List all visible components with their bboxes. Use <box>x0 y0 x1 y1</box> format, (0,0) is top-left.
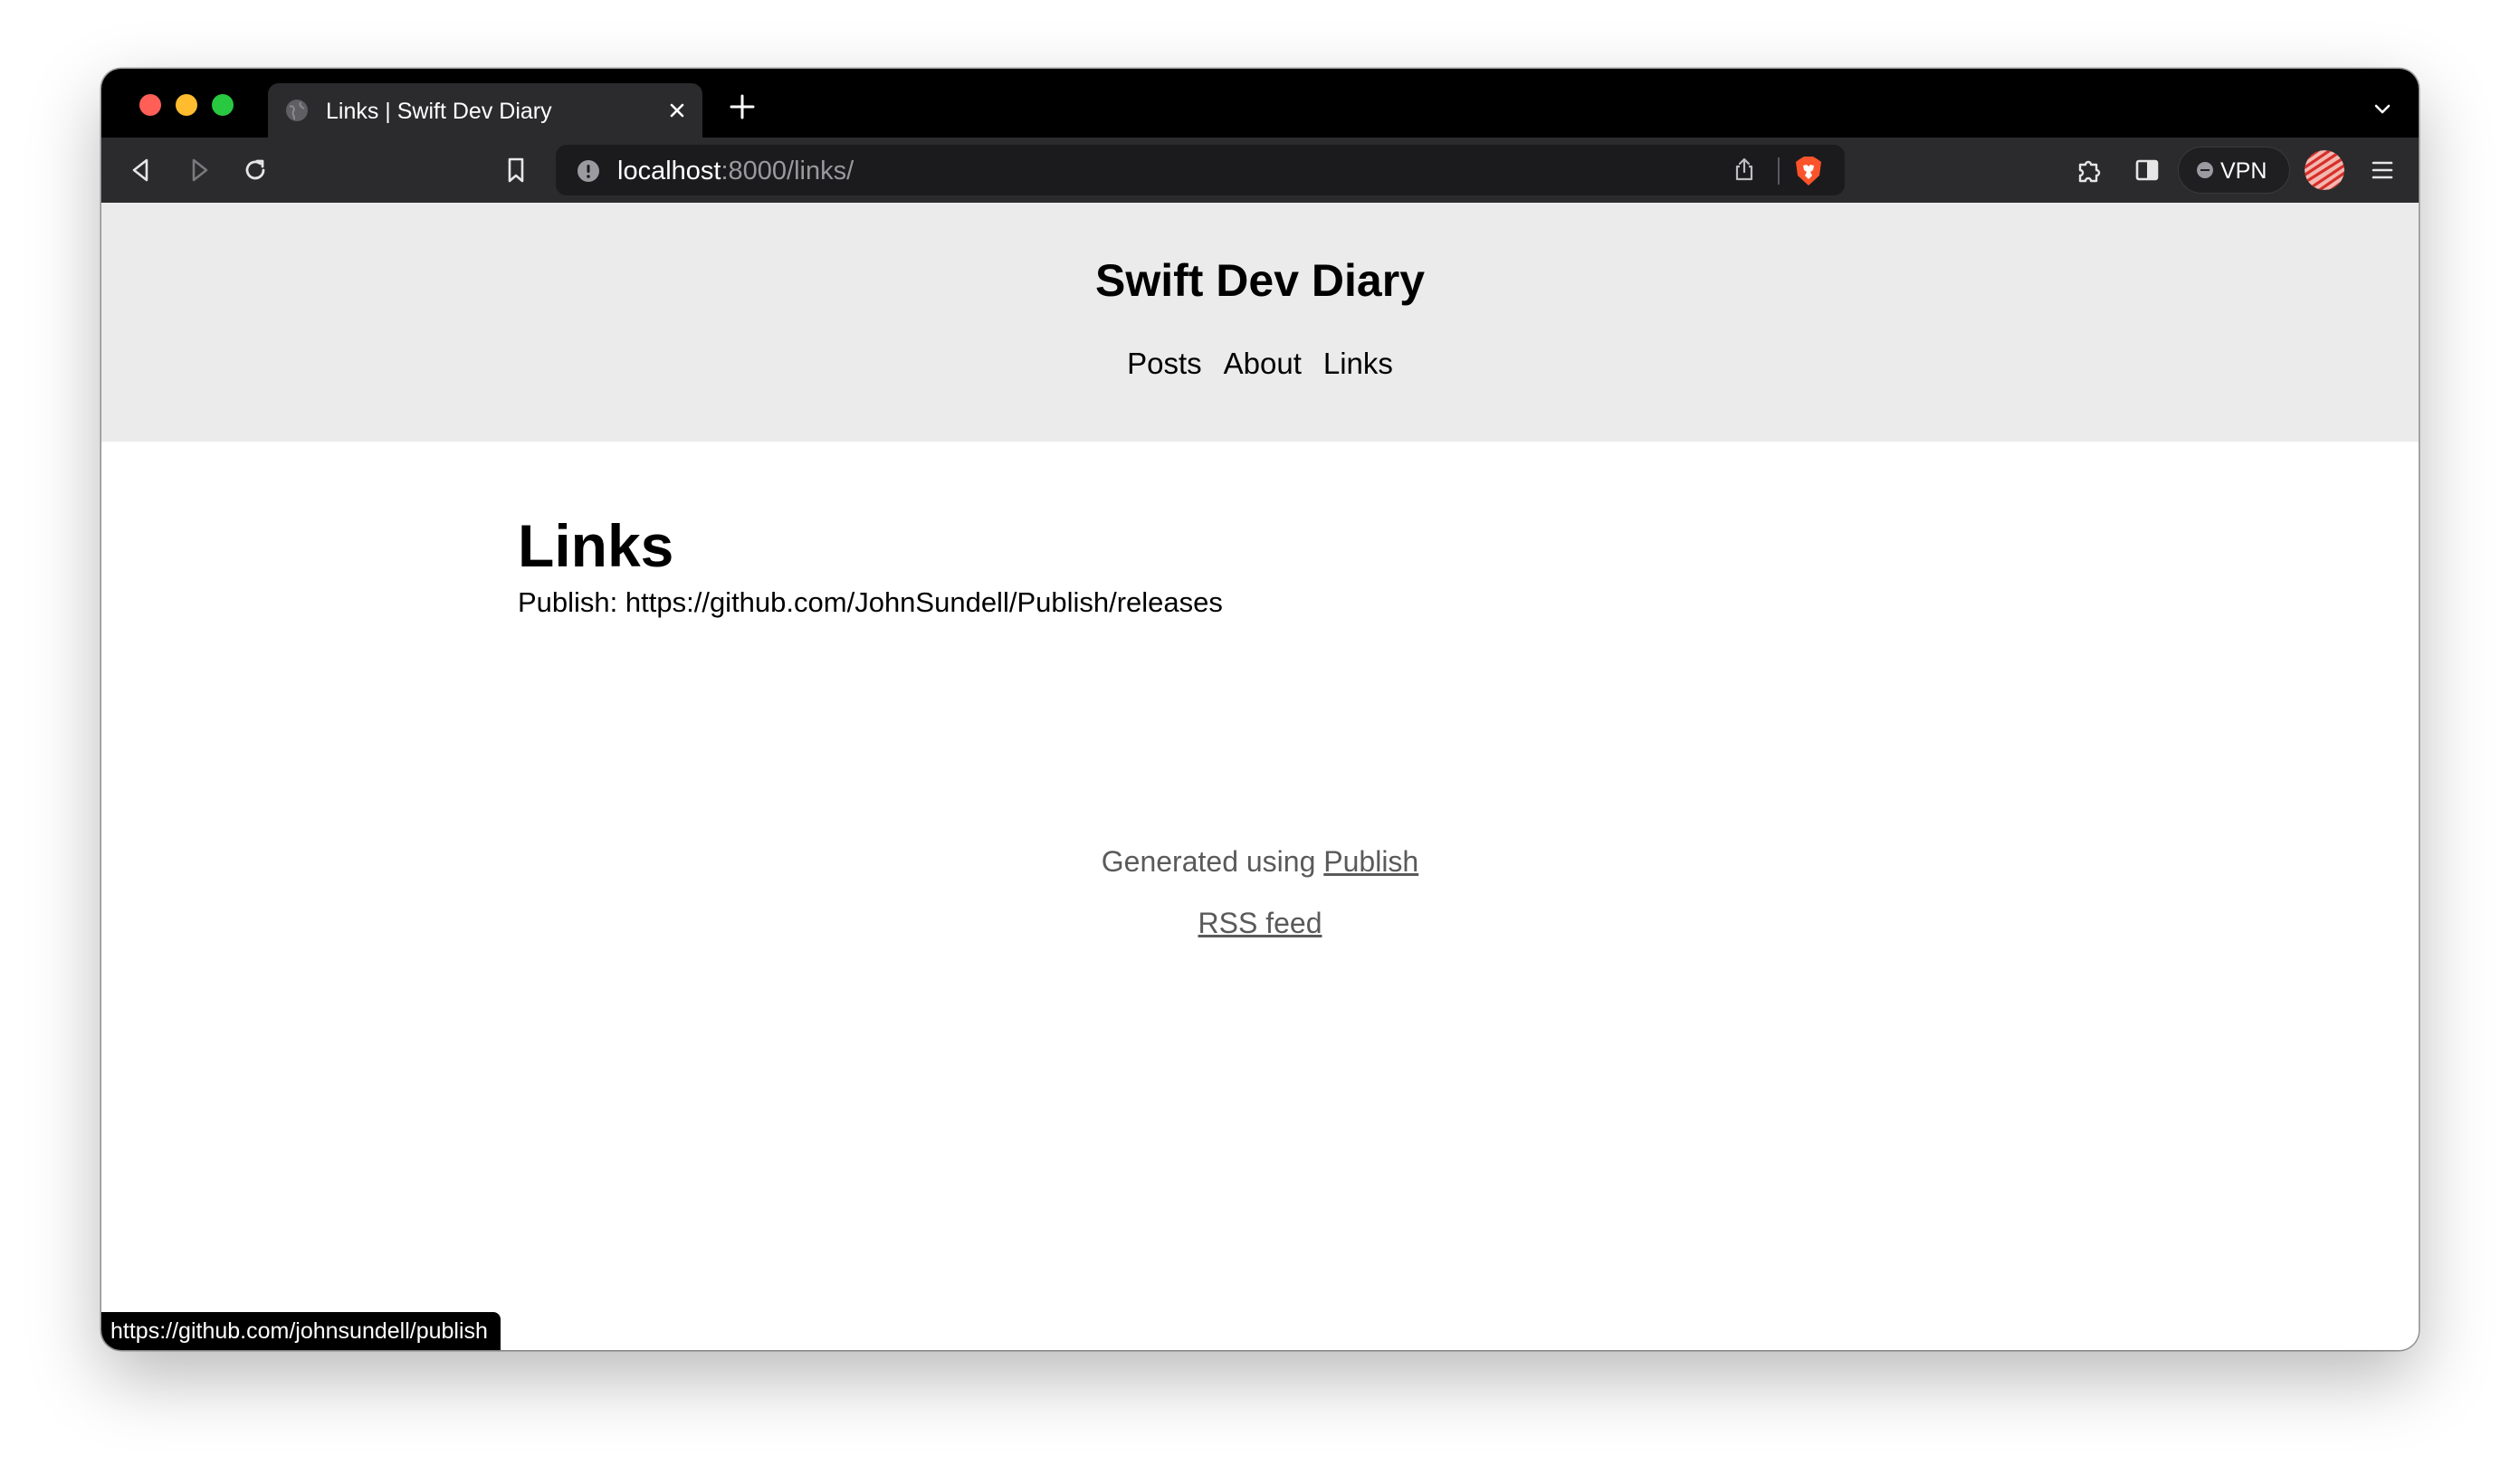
active-tab[interactable]: Links | Swift Dev Diary <box>268 83 702 138</box>
globe-icon <box>286 100 308 121</box>
address-bar-divider <box>1778 157 1780 185</box>
reload-icon[interactable] <box>239 154 272 186</box>
brave-shields-icon[interactable] <box>1792 154 1825 188</box>
menu-hamburger-icon[interactable] <box>2366 154 2399 186</box>
profile-avatar-icon[interactable] <box>2305 150 2344 190</box>
chevron-down-icon[interactable] <box>2370 96 2395 121</box>
rss-line: RSS feed <box>101 905 2419 941</box>
site-header: Swift Dev Diary Posts About Links <box>101 203 2419 442</box>
generated-line: Generated using Publish <box>101 843 2419 880</box>
nav-link-links[interactable]: Links <box>1323 347 1393 380</box>
web-page: Swift Dev Diary Posts About Links Links Pu… <box>101 203 2419 1350</box>
url-text[interactable]: localhost:8000/links/ <box>617 156 854 186</box>
site-info-icon[interactable] <box>576 158 601 184</box>
url-host: localhost <box>617 157 721 186</box>
vpn-button[interactable]: VPN <box>2178 147 2290 194</box>
share-icon[interactable] <box>1731 156 1758 183</box>
status-bar-url: https://github.com/johnsundell/publish <box>101 1312 501 1350</box>
page-heading: Links <box>518 512 674 579</box>
site-footer: Generated using Publish RSS feed <box>101 843 2419 941</box>
extensions-puzzle-icon[interactable] <box>2073 154 2105 186</box>
new-tab-plus-icon[interactable] <box>726 90 759 123</box>
main-content: Links Publish: https://github.com/JohnSu… <box>518 510 2002 621</box>
publish-link[interactable]: Publish <box>1323 845 1418 878</box>
link-entry: Publish: https://github.com/JohnSundell/… <box>518 586 1223 618</box>
tab-title: Links | Swift Dev Diary <box>326 99 552 124</box>
rss-feed-link[interactable]: RSS feed <box>1198 907 1322 939</box>
close-window-button[interactable] <box>139 94 161 116</box>
nav-link-about[interactable]: About <box>1224 347 1302 380</box>
zoom-window-button[interactable] <box>212 94 234 116</box>
close-tab-icon[interactable] <box>663 96 692 125</box>
browser-toolbar: localhost:8000/links/ VPN <box>101 138 2419 203</box>
back-arrow-icon[interactable] <box>125 154 158 186</box>
bookmark-icon[interactable] <box>500 154 532 186</box>
nav-link-posts[interactable]: Posts <box>1127 347 1202 380</box>
sidebar-toggle-icon[interactable] <box>2131 154 2163 186</box>
generated-prefix: Generated using <box>1101 845 1324 878</box>
desktop-backdrop: Links | Swift Dev Diary localhost:8000/l… <box>0 0 2520 1484</box>
minimize-window-button[interactable] <box>176 94 197 116</box>
url-path: :8000/links/ <box>721 157 854 186</box>
site-title[interactable]: Swift Dev Diary <box>101 253 2419 308</box>
vpn-label: VPN <box>2220 158 2267 184</box>
vpn-status-icon <box>2197 162 2213 178</box>
site-nav: Posts About Links <box>101 346 2419 382</box>
tab-strip: Links | Swift Dev Diary <box>101 69 2419 138</box>
address-bar[interactable]: localhost:8000/links/ <box>556 145 1845 195</box>
forward-arrow-icon[interactable] <box>183 154 215 186</box>
browser-window: Links | Swift Dev Diary localhost:8000/l… <box>101 69 2419 1350</box>
